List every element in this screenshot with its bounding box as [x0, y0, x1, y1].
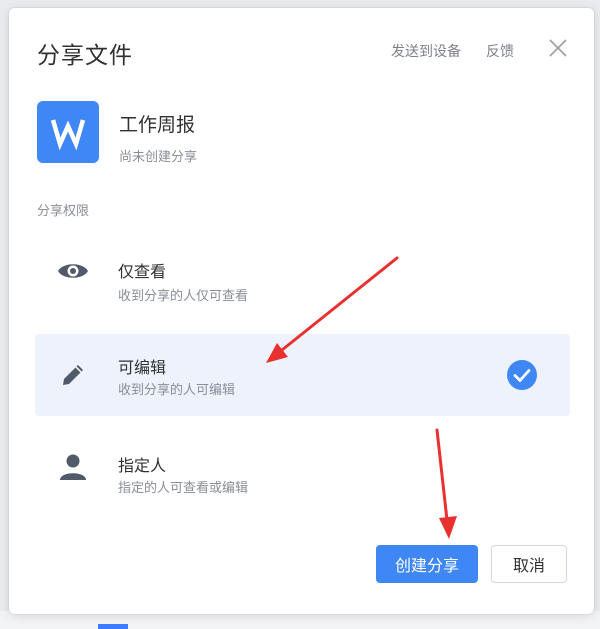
- person-icon: [57, 453, 89, 481]
- feedback-link[interactable]: 反馈: [486, 41, 514, 61]
- close-button[interactable]: [545, 35, 571, 61]
- option-description: 收到分享的人仅可查看: [118, 289, 249, 304]
- permission-option-view-only[interactable]: 仅查看 收到分享的人仅可查看: [35, 230, 570, 312]
- option-description: 指定的人可查看或编辑: [118, 481, 249, 496]
- share-file-dialog: 分享文件 发送到设备 反馈 工作周报 尚未创建分享 分享权限 仅查看 收到分享的…: [9, 8, 594, 614]
- option-title: 指定人: [118, 456, 167, 475]
- cancel-button[interactable]: 取消: [491, 545, 567, 583]
- selected-check-icon: [507, 360, 537, 390]
- word-file-icon: [37, 101, 99, 163]
- file-name: 工作周报: [119, 114, 196, 136]
- option-title: 仅查看: [118, 262, 167, 281]
- share-status: 尚未创建分享: [119, 150, 198, 165]
- create-share-button[interactable]: 创建分享: [376, 545, 478, 583]
- option-description: 收到分享的人可编辑: [118, 383, 236, 398]
- send-to-device-link[interactable]: 发送到设备: [391, 41, 461, 61]
- permission-section-label: 分享权限: [37, 204, 90, 219]
- background-accent-bar: [98, 624, 128, 629]
- pencil-icon: [57, 361, 89, 389]
- permission-option-editable[interactable]: 可编辑 收到分享的人可编辑: [35, 334, 570, 416]
- close-icon: [549, 39, 567, 57]
- option-title: 可编辑: [118, 358, 167, 377]
- permission-option-specified-people[interactable]: 指定人 指定的人可查看或编辑: [35, 426, 570, 508]
- dialog-title: 分享文件: [37, 43, 133, 69]
- eye-icon: [57, 257, 89, 285]
